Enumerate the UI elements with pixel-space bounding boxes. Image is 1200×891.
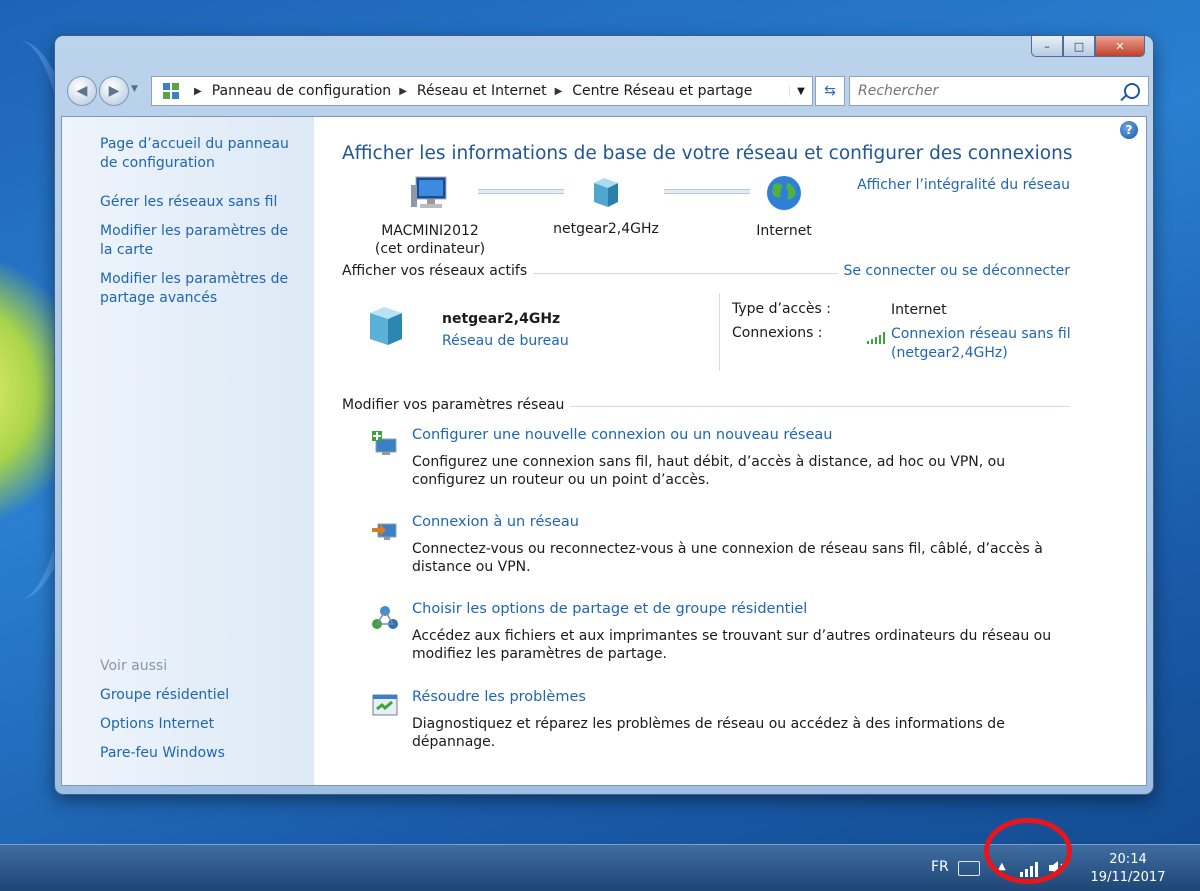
- forward-button[interactable]: ▶: [99, 76, 129, 106]
- network-name: netgear2,4GHz: [553, 221, 659, 237]
- wireless-connection-label: Connexion réseau sans fil: [891, 326, 1071, 342]
- full-map-link[interactable]: Afficher l’intégralité du réseau: [857, 177, 1070, 193]
- search-input[interactable]: [850, 82, 1110, 100]
- caption-buttons: – □ ✕: [1031, 36, 1145, 57]
- chevron-right-icon[interactable]: ▶: [194, 86, 202, 97]
- change-settings-title: Modifier vos paramètres réseau: [342, 397, 571, 413]
- sidebar-item-firewall[interactable]: Pare-feu Windows: [100, 744, 305, 763]
- troubleshoot-desc: Diagnostiquez et réparez les problèmes d…: [412, 716, 1005, 750]
- computer-icon: [374, 175, 486, 216]
- close-button[interactable]: ✕: [1095, 36, 1145, 57]
- computer-sub: (cet ordinateur): [374, 241, 486, 257]
- maximize-button[interactable]: □: [1063, 36, 1095, 57]
- new-connection-desc: Configurez une connexion sans fil, haut …: [412, 454, 1006, 488]
- map-node-computer[interactable]: MACMINI2012 (cet ordinateur): [374, 175, 486, 258]
- map-node-network[interactable]: netgear2,4GHz: [546, 175, 666, 238]
- sharing-options-desc: Accédez aux fichiers et aux imprimantes …: [412, 628, 1052, 662]
- divider: [719, 293, 720, 371]
- globe-icon: [734, 175, 834, 216]
- connect-network-desc: Connectez-vous ou reconnectez-vous à une…: [412, 541, 1043, 575]
- connect-disconnect-link[interactable]: Se connecter ou se déconnecter: [843, 263, 1070, 279]
- new-connection-icon: [370, 429, 400, 459]
- wireless-connection-ssid: (netgear2,4GHz): [891, 345, 1008, 361]
- troubleshoot-link[interactable]: Résoudre les problèmes: [412, 689, 586, 705]
- back-button[interactable]: ◀: [67, 76, 97, 106]
- main-panel: ? Afficher les informations de base de v…: [314, 117, 1146, 785]
- search-icon[interactable]: [1124, 83, 1140, 99]
- access-type-value: Internet: [891, 302, 947, 318]
- new-connection-link[interactable]: Configurer une nouvelle connexion ou un …: [412, 427, 832, 443]
- chevron-right-icon[interactable]: ▶: [399, 86, 407, 97]
- troubleshoot-icon: [370, 691, 400, 721]
- connect-network-icon: [370, 516, 400, 546]
- sidebar-item-control-panel-home[interactable]: Page d’accueil du panneau de configurati…: [100, 135, 305, 173]
- map-node-internet[interactable]: Internet: [734, 175, 834, 240]
- clock[interactable]: 20:14 19/11/2017: [1088, 851, 1168, 887]
- refresh-button[interactable]: ⇆: [815, 76, 845, 106]
- minimize-button[interactable]: –: [1031, 36, 1063, 57]
- sidebar-item-adapter-settings[interactable]: Modifier les paramètres de la carte: [100, 222, 305, 260]
- chevron-right-icon[interactable]: ▶: [555, 86, 563, 97]
- homegroup-icon: [370, 603, 400, 633]
- sharing-options-link[interactable]: Choisir les options de partage et de gro…: [412, 601, 807, 617]
- connect-network-link[interactable]: Connexion à un réseau: [412, 514, 579, 530]
- history-dropdown-icon[interactable]: ▼: [131, 84, 138, 94]
- language-indicator[interactable]: FR: [931, 859, 949, 875]
- sidebar: Page d’accueil du panneau de configurati…: [62, 117, 314, 785]
- annotation-circle: [984, 818, 1072, 884]
- active-networks-title: Afficher vos réseaux actifs: [342, 263, 534, 279]
- computer-name: MACMINI2012: [381, 223, 479, 239]
- help-icon[interactable]: ?: [1120, 121, 1138, 139]
- network-icon: [546, 175, 666, 214]
- address-dropdown-icon[interactable]: ▼: [789, 85, 812, 97]
- navigation-bar: ◀ ▶ ▼ ▶ Panneau de configuration ▶ Résea…: [63, 74, 1149, 108]
- control-panel-icon: [160, 80, 182, 102]
- active-network-name: netgear2,4GHz: [442, 311, 561, 327]
- network-type-link[interactable]: Réseau de bureau: [442, 333, 569, 349]
- breadcrumb-network-internet[interactable]: Réseau et Internet: [417, 83, 547, 99]
- search-box: [849, 76, 1149, 106]
- sidebar-item-internet-options[interactable]: Options Internet: [100, 715, 305, 734]
- page-title: Afficher les informations de base de vot…: [342, 143, 1073, 164]
- sidebar-item-manage-wireless[interactable]: Gérer les réseaux sans fil: [100, 193, 305, 212]
- breadcrumb-network-center[interactable]: Centre Réseau et partage: [572, 83, 752, 99]
- breadcrumb-control-panel[interactable]: Panneau de configuration: [212, 83, 391, 99]
- keyboard-icon[interactable]: [958, 861, 980, 876]
- internet-name: Internet: [756, 223, 812, 239]
- clock-date: 19/11/2017: [1090, 870, 1166, 885]
- access-type-label: Type d’accès :: [732, 301, 831, 317]
- wireless-connection-link[interactable]: Connexion réseau sans fil (netgear2,4GHz…: [891, 325, 1071, 363]
- active-network-icon: [366, 303, 406, 351]
- wifi-signal-icon: [867, 329, 885, 348]
- see-also-heading: Voir aussi: [100, 658, 168, 674]
- clock-time: 20:14: [1109, 852, 1147, 867]
- window-content: Page d’accueil du panneau de configurati…: [61, 116, 1147, 786]
- sidebar-item-advanced-sharing[interactable]: Modifier les paramètres de partage avanc…: [100, 270, 305, 308]
- connections-label: Connexions :: [732, 325, 823, 341]
- sidebar-item-homegroup[interactable]: Groupe résidentiel: [100, 686, 305, 705]
- address-bar[interactable]: ▶ Panneau de configuration ▶ Réseau et I…: [151, 76, 813, 106]
- network-center-window: – □ ✕ ◀ ▶ ▼ ▶ Panneau de configuration ▶…: [55, 36, 1153, 794]
